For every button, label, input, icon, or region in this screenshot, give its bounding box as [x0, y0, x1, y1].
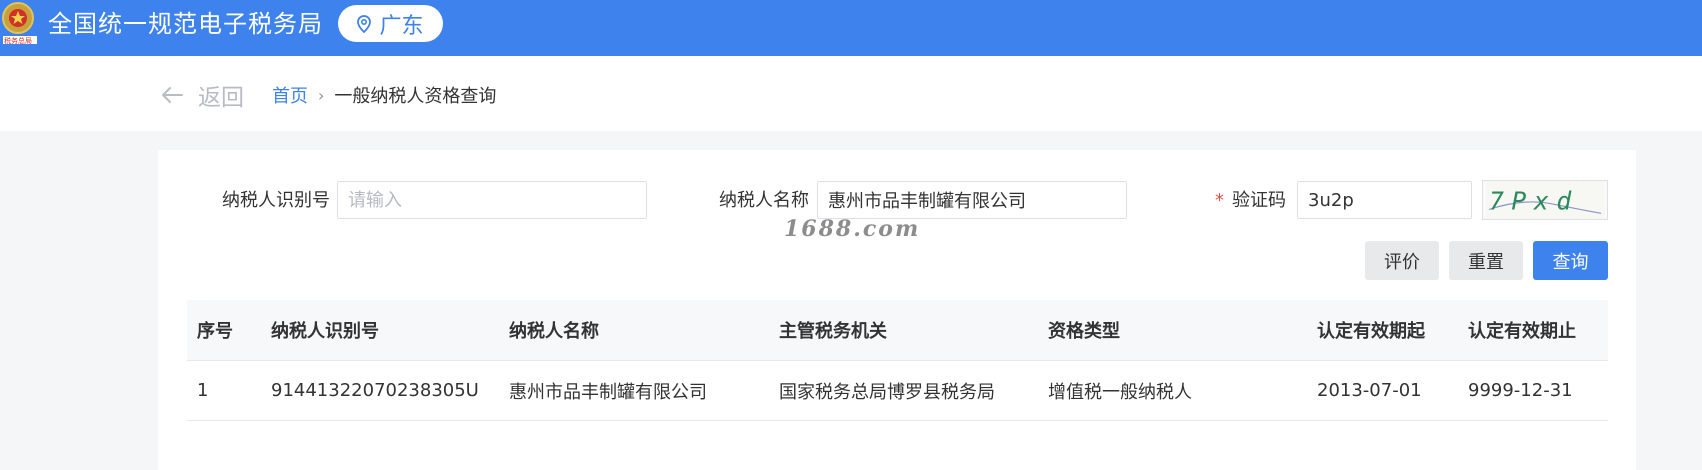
cell-tax-authority: 国家税务总局博罗县税务局 — [779, 381, 995, 403]
captcha-label: * 验证码 — [1215, 181, 1286, 221]
cell-taxpayer-name: 惠州市品丰制罐有限公司 — [509, 381, 707, 403]
evaluate-button[interactable]: 评价 — [1365, 241, 1439, 280]
tax-emblem-icon: 税务总局 — [2, 2, 37, 45]
taxpayer-name-label: 纳税人名称 — [719, 190, 809, 211]
taxpayer-id-input[interactable] — [337, 181, 647, 219]
column-header-valid-from: 认定有效期起 — [1317, 321, 1425, 342]
column-header-taxpayer-name: 纳税人名称 — [509, 321, 599, 342]
column-header-valid-to: 认定有效期止 — [1468, 321, 1576, 342]
cell-valid-to: 9999-12-31 — [1468, 380, 1573, 401]
region-selector[interactable]: 广东 — [338, 5, 443, 42]
captcha-image[interactable]: 7Pxd — [1482, 180, 1608, 220]
breadcrumb-separator: › — [318, 85, 325, 105]
breadcrumb-current: 一般纳税人资格查询 — [334, 86, 497, 107]
cell-valid-from: 2013-07-01 — [1317, 380, 1422, 401]
column-header-tax-authority: 主管税务机关 — [779, 321, 887, 342]
table-row: 1 91441322070238305U 惠州市品丰制罐有限公司 国家税务总局博… — [187, 361, 1608, 421]
breadcrumb: 首页 › 一般纳税人资格查询 — [272, 82, 496, 108]
column-header-taxpayer-id: 纳税人识别号 — [271, 321, 379, 342]
taxpayer-id-label: 纳税人识别号 — [222, 190, 330, 211]
captcha-label-text: 验证码 — [1232, 190, 1286, 211]
cell-index: 1 — [197, 380, 209, 401]
required-mark: * — [1215, 190, 1224, 211]
site-title: 全国统一规范电子税务局 — [48, 10, 323, 38]
column-header-index: 序号 — [197, 321, 233, 342]
captcha-input[interactable] — [1297, 181, 1472, 219]
svg-text:税务总局: 税务总局 — [4, 36, 32, 45]
breadcrumb-home-link[interactable]: 首页 — [272, 82, 308, 108]
location-pin-icon — [357, 14, 372, 33]
query-button[interactable]: 查询 — [1533, 241, 1608, 280]
region-label: 广东 — [379, 13, 424, 39]
captcha-image-text: 7Pxd — [1489, 187, 1579, 216]
reset-button[interactable]: 重置 — [1449, 241, 1523, 280]
column-header-qualification-type: 资格类型 — [1048, 321, 1120, 342]
top-header: 税务总局 全国统一规范电子税务局 广东 — [0, 0, 1702, 56]
cell-qualification-type: 增值税一般纳税人 — [1048, 381, 1192, 403]
back-label: 返回 — [198, 85, 244, 111]
table-header: 序号 纳税人识别号 纳税人名称 主管税务机关 资格类型 认定有效期起 认定有效期… — [187, 300, 1608, 361]
arrow-left-icon — [162, 87, 183, 103]
taxpayer-name-input[interactable] — [817, 181, 1127, 219]
nav-bar: 返回 首页 › 一般纳税人资格查询 — [0, 56, 1702, 131]
cell-taxpayer-id: 91441322070238305U — [271, 380, 479, 401]
watermark: 1688.com — [784, 216, 921, 242]
back-button[interactable]: 返回 — [160, 80, 244, 111]
